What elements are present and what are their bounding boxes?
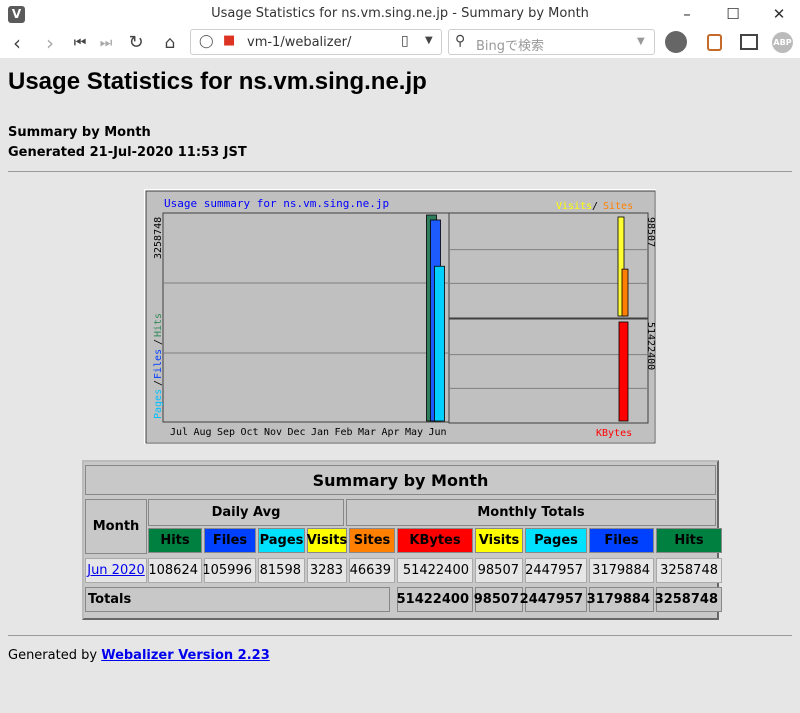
footer: Generated by Webalizer Version 2.23 <box>8 648 270 663</box>
url-text[interactable]: vm-1/webalizer/ <box>247 35 351 50</box>
month-label-may: May <box>405 427 423 438</box>
totals-label: Totals <box>85 587 390 612</box>
total-cell-files: 3179884 <box>587 587 654 612</box>
column-header-hits: Hits <box>656 528 722 553</box>
search-placeholder[interactable]: Bingで検索 <box>476 35 544 54</box>
month-label-oct: Oct <box>241 427 259 438</box>
close-window-icon[interactable]: ✕ <box>764 3 794 25</box>
footer-prefix: Generated by <box>8 648 102 663</box>
month-label-jul: Jul <box>170 427 188 438</box>
legend-slash-2: / <box>153 339 164 345</box>
legend-slash-1: / <box>153 380 164 386</box>
column-header-files: Files <box>589 528 654 553</box>
column-header-visits: Visits <box>307 528 347 553</box>
month-cell: Jun 2020 <box>85 558 147 583</box>
bar-sites-jun <box>621 268 629 317</box>
table-cell-sites: 46639 <box>349 558 395 583</box>
page-content: Usage Statistics for ns.vm.sing.ne.jp Su… <box>0 58 800 713</box>
table-cell-hits: 3258748 <box>656 558 722 583</box>
total-cell-hits: 3258748 <box>655 587 722 612</box>
month-label-mar: Mar <box>358 427 376 438</box>
page-subtitle: Summary by Month <box>8 125 151 140</box>
table-cell-hits: 108624 <box>148 558 202 583</box>
legend-sites: Sites <box>603 201 633 212</box>
capture-icon[interactable] <box>740 34 758 50</box>
month-label-apr: Apr <box>382 427 400 438</box>
generated-date: Generated 21-Jul-2020 11:53 JST <box>8 145 247 160</box>
total-cell-visits: 98507 <box>474 587 523 612</box>
month-label-jun: Jun <box>429 427 447 438</box>
left-panel <box>162 212 450 423</box>
usage-summary-chart: Usage summary for ns.vm.sing.ne.jp Visit… <box>144 189 656 444</box>
navigation-bar: ‹ › ⏮ ⏭ ↻ ⌂ ◯ ■ vm-1/webalizer/ ▯ ▼ ⚲ Bi… <box>0 28 800 58</box>
chart-title: Usage summary for ns.vm.sing.ne.jp <box>164 197 389 210</box>
bar-kbytes-jun <box>618 321 629 422</box>
panel-toggle-icon[interactable] <box>707 34 722 51</box>
bookmark-icon[interactable]: ▯ <box>401 33 409 49</box>
right-bottom-max-label: 51422400 <box>645 322 656 370</box>
column-header-files: Files <box>204 528 256 553</box>
month-label-aug: Aug <box>194 427 212 438</box>
search-icon[interactable]: ⚲ <box>455 33 465 49</box>
month-link[interactable]: Jun 2020 <box>87 563 145 578</box>
month-label-jan: Jan <box>311 427 329 438</box>
address-bar[interactable]: ◯ ■ vm-1/webalizer/ ▯ ▼ <box>190 29 442 55</box>
profile-avatar-icon[interactable] <box>665 31 687 53</box>
month-label-feb: Feb <box>335 427 353 438</box>
legend-files: Files <box>153 349 164 379</box>
webalizer-link[interactable]: Webalizer Version 2.23 <box>101 648 270 663</box>
url-dropdown-icon[interactable]: ▼ <box>425 35 433 46</box>
monthly-totals-header: Monthly Totals <box>346 499 716 526</box>
column-header-kbytes: KBytes <box>397 528 473 553</box>
home-icon[interactable]: ⌂ <box>158 31 182 55</box>
maximize-icon[interactable]: ☐ <box>718 3 748 25</box>
search-dropdown-icon[interactable]: ▼ <box>637 36 645 47</box>
page-title: Usage Statistics for ns.vm.sing.ne.jp <box>8 68 427 95</box>
table-cell-pages: 81598 <box>258 558 305 583</box>
daily-avg-header: Daily Avg <box>148 499 344 526</box>
table-cell-files: 105996 <box>202 558 256 583</box>
fast-forward-icon[interactable]: ⏭ <box>94 31 118 55</box>
month-label-nov: Nov <box>264 427 282 438</box>
month-label-dec: Dec <box>288 427 306 438</box>
table-cell-files: 3179884 <box>589 558 654 583</box>
column-header-hits: Hits <box>148 528 202 553</box>
total-cell-pages: 2447957 <box>520 587 587 612</box>
search-bar[interactable]: ⚲ Bingで検索 ▼ <box>448 29 655 55</box>
forward-icon[interactable]: › <box>38 31 62 55</box>
month-label-sep: Sep <box>217 427 235 438</box>
divider <box>8 171 792 172</box>
table-cell-kbytes: 51422400 <box>397 558 473 583</box>
legend-hits: Hits <box>153 313 164 337</box>
footer-divider <box>8 635 792 636</box>
left-max-label: 3258748 <box>153 217 164 259</box>
column-header-pages: Pages <box>525 528 587 553</box>
back-icon[interactable]: ‹ <box>5 31 29 55</box>
table-cell-visits: 3283 <box>307 558 347 583</box>
right-top-max-label: 98507 <box>645 217 656 247</box>
table-cell-visits: 98507 <box>475 558 523 583</box>
minimize-icon[interactable]: – <box>672 3 702 25</box>
column-header-sites: Sites <box>349 528 395 553</box>
legend-visits: Visits <box>556 201 592 212</box>
total-cell-kbytes: 51422400 <box>397 587 473 612</box>
legend-separator: / <box>592 201 598 212</box>
adblock-icon[interactable]: ABP <box>772 32 793 53</box>
column-header-pages: Pages <box>258 528 305 553</box>
bar-pages-jun <box>434 265 445 422</box>
window-titlebar: V Usage Statistics for ns.vm.sing.ne.jp … <box>0 0 800 28</box>
table-cell-pages: 2447957 <box>525 558 587 583</box>
legend-kbytes: KBytes <box>596 428 632 439</box>
rewind-icon[interactable]: ⏮ <box>68 31 92 55</box>
right-bottom-bars <box>618 321 629 422</box>
summary-table: Summary by Month Month Daily Avg Monthly… <box>82 460 722 620</box>
insecure-lock-icon[interactable]: ■ <box>223 33 235 48</box>
month-header: Month <box>85 499 147 554</box>
shield-icon[interactable]: ◯ <box>199 34 214 49</box>
reload-icon[interactable]: ↻ <box>124 31 148 55</box>
legend-pages: Pages <box>153 389 164 419</box>
table-title: Summary by Month <box>85 465 716 495</box>
right-bottom-panel <box>448 318 649 424</box>
column-header-visits: Visits <box>475 528 523 553</box>
